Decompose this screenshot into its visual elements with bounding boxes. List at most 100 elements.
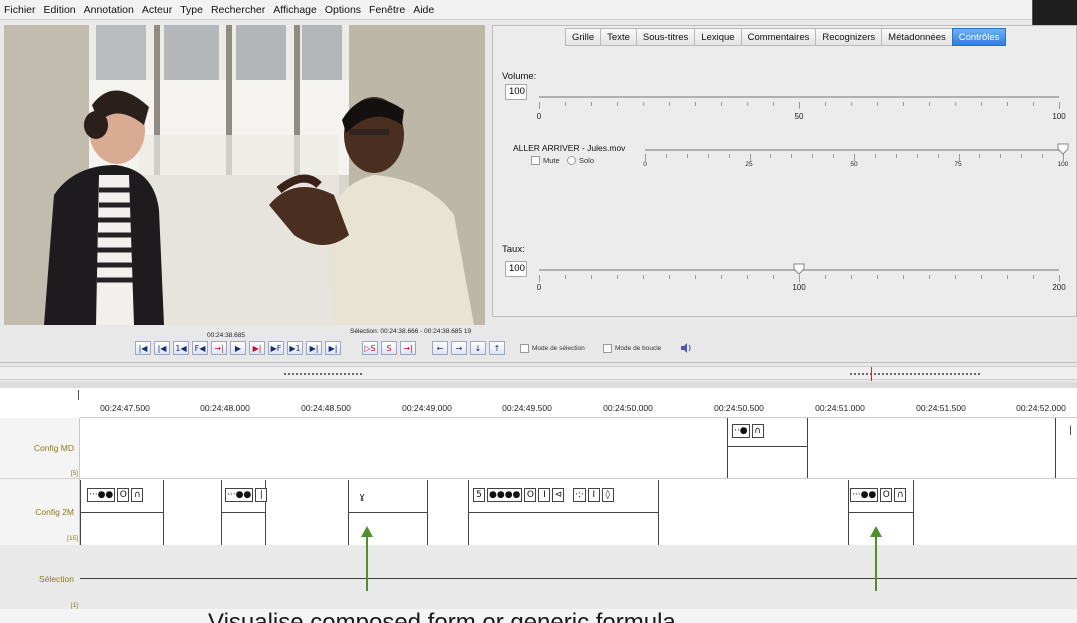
solo-label: Solo <box>579 156 595 165</box>
ruler-label-7: 00:24:51.000 <box>815 403 865 413</box>
transport-button-10[interactable]: ▶| <box>325 341 341 355</box>
tab-controles[interactable]: Contrôles <box>951 28 1007 46</box>
menu-edition[interactable]: Edition <box>44 4 76 16</box>
tab-grille[interactable]: Grille <box>565 28 601 46</box>
slider-tick <box>929 102 930 106</box>
menu-type[interactable]: Type <box>180 4 203 16</box>
media-volume-ticks <box>645 154 1064 161</box>
selection-info: Sélection: 00:24:38.666 - 00:24:38.685 1… <box>350 328 472 335</box>
2m-annotation-boundary <box>848 480 849 545</box>
ruler-label-1: 00:24:48.000 <box>200 403 250 413</box>
menu-affichage[interactable]: Affichage <box>273 4 317 16</box>
slider-tick <box>791 154 793 158</box>
ruler-label-9: 00:24:52.000 <box>1016 403 1066 413</box>
selection-button-1[interactable]: S <box>381 341 397 355</box>
selection-mode-checkbox[interactable]: Mode de sélection <box>520 344 585 353</box>
solo-radio-circle[interactable] <box>567 156 576 165</box>
selection-mode-box[interactable] <box>520 344 529 353</box>
menu-acteur[interactable]: Acteur <box>142 4 172 16</box>
2m-annotation-1[interactable]: ···●● | <box>225 488 268 502</box>
ruler-label-2: 00:24:48.500 <box>301 403 351 413</box>
tab-metadonnees[interactable]: Métadonnées <box>881 28 952 46</box>
slider-tick <box>1033 102 1034 106</box>
volume-value[interactable]: 100 <box>505 84 527 100</box>
tab-lexique[interactable]: Lexique <box>694 28 741 46</box>
media-scale-50: 50 <box>850 161 858 168</box>
mute-box[interactable] <box>531 156 540 165</box>
2m-annotation-boundary <box>348 480 349 545</box>
nav-button-0[interactable]: ← <box>432 341 448 355</box>
2m-a0-glyph-1: O <box>117 488 130 502</box>
2m-annotation-0[interactable]: ···●● O ∩ <box>87 488 144 502</box>
arrow-left-shaft <box>366 535 368 591</box>
menu-rechercher[interactable]: Rechercher <box>211 4 265 16</box>
time-ruler[interactable]: 00:24:47.500 00:24:48.000 00:24:48.500 0… <box>80 388 1077 418</box>
2m-a2-glyph-0: ɣ <box>356 490 368 504</box>
transport-button-0[interactable]: |◀ <box>135 341 151 355</box>
2m-annotation-boundary <box>468 480 469 545</box>
tier-name-config-md[interactable]: Config MD <box>4 443 74 453</box>
tab-texte[interactable]: Texte <box>600 28 636 46</box>
slider-tick <box>979 154 981 158</box>
media-volume-track[interactable] <box>645 149 1063 151</box>
selection-button-0[interactable]: ▷S <box>362 341 378 355</box>
slider-tick <box>825 275 826 279</box>
slider-tick <box>539 275 540 282</box>
transport-button-2[interactable]: 1◀ <box>173 341 189 355</box>
ruler-label-4: 00:24:49.500 <box>502 403 552 413</box>
selection-tier-line <box>80 578 1077 579</box>
2m-annotation-3[interactable]: 5 ●●●● O I ⊲ <box>473 488 565 502</box>
nav-button-2[interactable]: ↓ <box>470 341 486 355</box>
arrow-right-shaft <box>875 535 877 591</box>
tab-sous-titres[interactable]: Sous-titres <box>635 28 695 46</box>
volume-scale-50: 50 <box>794 112 804 121</box>
menu-annotation[interactable]: Annotation <box>84 4 134 16</box>
menu-options[interactable]: Options <box>325 4 361 16</box>
slider-tick <box>565 102 566 106</box>
menu-fichier[interactable]: Fichier <box>4 4 36 16</box>
2m-annotation-5[interactable]: ···●● O ∩ <box>850 488 907 502</box>
transport-button-5[interactable]: ▶ <box>230 341 246 355</box>
nav-button-3[interactable]: ↑ <box>489 341 505 355</box>
rate-slider-thumb[interactable] <box>793 263 805 275</box>
transport-button-3[interactable]: F◀ <box>192 341 208 355</box>
tab-recognizers[interactable]: Recognizers <box>815 28 882 46</box>
rate-scale-200: 200 <box>1052 283 1066 292</box>
rate-value[interactable]: 100 <box>505 261 527 277</box>
slider-tick <box>773 102 774 106</box>
tier-name-config-2m[interactable]: Config 2M <box>4 507 74 517</box>
transport-button-9[interactable]: ▶| <box>306 341 322 355</box>
2m-annotation-2[interactable]: ɣ <box>356 490 368 504</box>
loop-mode-box[interactable] <box>603 344 612 353</box>
slider-tick <box>1033 275 1034 279</box>
2m-a1-glyph-1: | <box>255 488 268 502</box>
transport-button-7[interactable]: ▶F <box>268 341 284 355</box>
2m-a0-glyph-0: ···●● <box>87 488 116 502</box>
loop-mode-checkbox[interactable]: Mode de boucle <box>603 344 661 353</box>
slider-tick <box>981 102 982 106</box>
transport-button-4[interactable]: →| <box>211 341 227 355</box>
transport-button-1[interactable]: |◀ <box>154 341 170 355</box>
tab-commentaires[interactable]: Commentaires <box>740 28 816 46</box>
slider-tick <box>929 275 930 279</box>
video-player[interactable] <box>4 25 485 325</box>
mute-checkbox[interactable]: Mute <box>531 156 560 165</box>
2m-annotation-line <box>348 512 427 513</box>
solo-radio[interactable]: Solo <box>567 156 594 165</box>
2m-annotation-4[interactable]: ·:· I ◊ <box>573 488 614 502</box>
2m-annotation-boundary <box>163 480 164 545</box>
nav-button-1[interactable]: → <box>451 341 467 355</box>
transport-button-8[interactable]: ▶1 <box>287 341 303 355</box>
speaker-icon[interactable] <box>680 343 692 353</box>
2m-annotation-line <box>848 512 913 513</box>
menu-aide[interactable]: Aide <box>413 4 434 16</box>
menu-fenetre[interactable]: Fenêtre <box>369 4 405 16</box>
transport-button-6[interactable]: ▶| <box>249 341 265 355</box>
selection-button-2[interactable]: →| <box>400 341 416 355</box>
slider-tick <box>833 154 835 158</box>
volume-slider-track[interactable] <box>539 96 1059 98</box>
media-volume-thumb[interactable] <box>1057 143 1069 155</box>
tier-name-selection[interactable]: Sélection <box>4 574 74 584</box>
md-annotation-0[interactable]: ··● ∩ <box>732 424 764 438</box>
slider-tick <box>1021 154 1023 158</box>
